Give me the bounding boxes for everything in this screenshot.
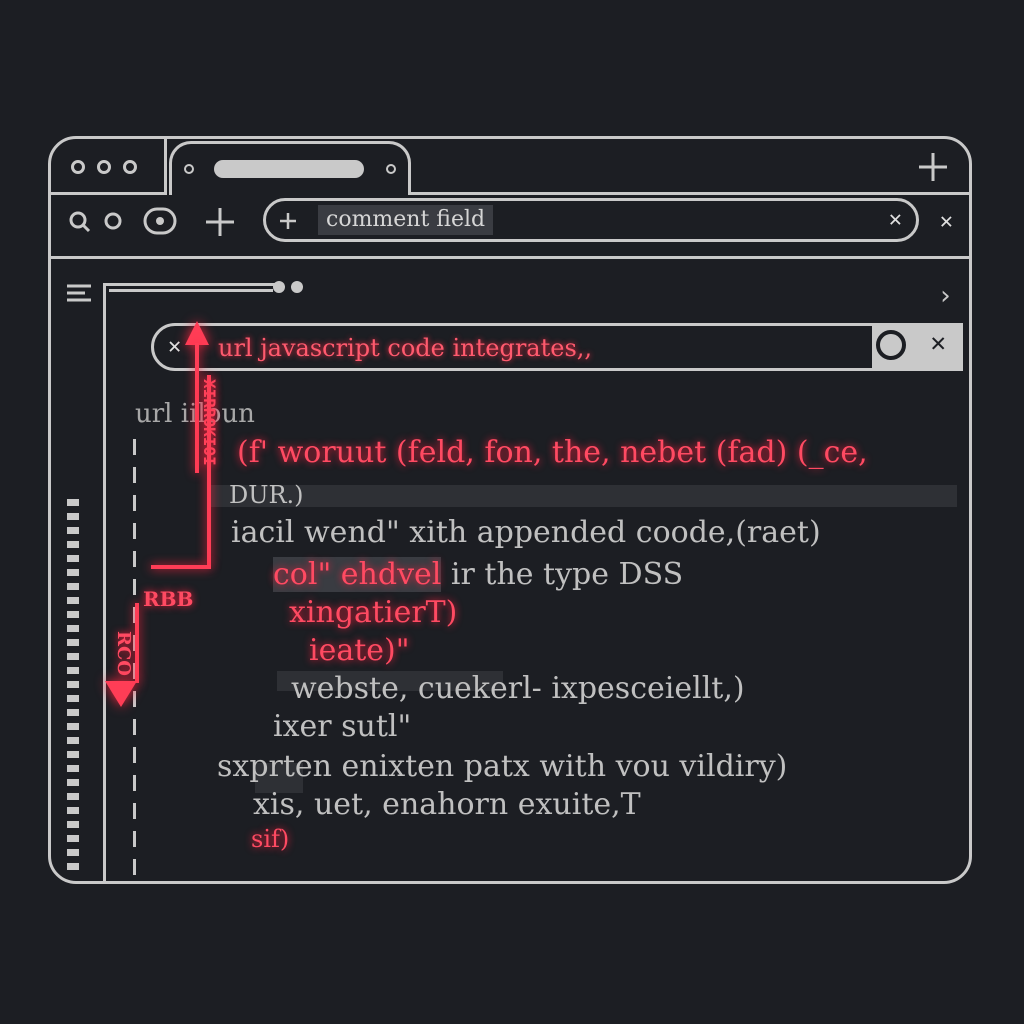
- code-line: DUR.): [229, 481, 304, 509]
- tab-close-icon[interactable]: [386, 164, 396, 174]
- close-icon[interactable]: ✕: [940, 209, 953, 234]
- search-actions: ✕: [872, 323, 960, 371]
- arrow-up-icon: [185, 321, 209, 345]
- code-line: (f' woruut (feld, fon, the, nebet (fad) …: [237, 435, 868, 470]
- frame-bracket: [103, 283, 276, 881]
- annotation-line: [207, 375, 211, 565]
- search-field[interactable]: ✕ url javascript code integrates,, ✕: [151, 323, 963, 371]
- browser-tab[interactable]: [169, 141, 411, 195]
- code-line: xis, uet, enahorn exuite,T: [253, 787, 641, 822]
- annotation-line: [135, 603, 139, 683]
- close-icon[interactable]: ✕: [930, 328, 946, 358]
- reload-icon[interactable]: [101, 209, 125, 235]
- code-line-rest: ir the type DSS: [441, 557, 684, 592]
- code-highlight: ieate)": [309, 633, 410, 668]
- frame-bracket-inner: [109, 289, 273, 292]
- navigation-toolbar: comment field ✕ ✕: [51, 195, 969, 259]
- tab-title-placeholder: [214, 160, 364, 178]
- browser-window: comment field ✕ ✕ › ✕ url javascript cod…: [48, 136, 972, 884]
- scroll-track[interactable]: [67, 499, 79, 871]
- code-line: iacil wend" xith appended coode,(raet): [231, 515, 821, 550]
- address-bar[interactable]: comment field ✕: [263, 198, 919, 242]
- code-line: webste, cuekerl- ixpesceiellt,): [291, 671, 745, 706]
- annotation-label: RCO: [113, 631, 134, 676]
- page-content: › ✕ url javascript code integrates,, ✕ u…: [51, 259, 969, 881]
- code-line-mixed: col" ehdvel ir the type DSS: [273, 557, 683, 592]
- code-line: xingatierT): [289, 595, 458, 630]
- window-dot-icon[interactable]: [71, 160, 85, 174]
- address-input[interactable]: comment field: [318, 205, 494, 235]
- plus-icon[interactable]: [203, 205, 237, 239]
- search-icon[interactable]: [876, 330, 906, 360]
- window-controls: [51, 139, 167, 195]
- annotation-label: RBB: [143, 587, 194, 611]
- code-line: sxprten enixten patx with vou vildiry): [217, 749, 788, 784]
- window-dot-icon[interactable]: [97, 160, 111, 174]
- record-icon[interactable]: [143, 207, 177, 235]
- search-icon[interactable]: [67, 209, 97, 235]
- plus-icon[interactable]: [915, 149, 951, 185]
- code-line-mixed: ieate)": [309, 633, 410, 668]
- arrow-down-icon: [105, 681, 137, 707]
- menu-icon[interactable]: [67, 283, 91, 305]
- close-icon[interactable]: ✕: [168, 334, 181, 359]
- close-icon[interactable]: ✕: [889, 207, 902, 232]
- search-input[interactable]: url javascript code integrates,,: [218, 334, 592, 362]
- highlight-band: [211, 485, 957, 507]
- chevron-right-icon[interactable]: ›: [937, 281, 953, 311]
- indicator-dot: [273, 281, 285, 293]
- code-line: sif): [251, 825, 290, 853]
- indicator-dot: [291, 281, 303, 293]
- plus-icon[interactable]: [278, 211, 298, 231]
- tab-favicon-icon: [184, 164, 194, 174]
- window-dot-icon[interactable]: [123, 160, 137, 174]
- code-highlight: col" ehdvel: [273, 557, 442, 592]
- annotation-line: [151, 565, 211, 569]
- code-line: ixer sutl": [273, 709, 412, 744]
- tab-strip: [51, 139, 969, 195]
